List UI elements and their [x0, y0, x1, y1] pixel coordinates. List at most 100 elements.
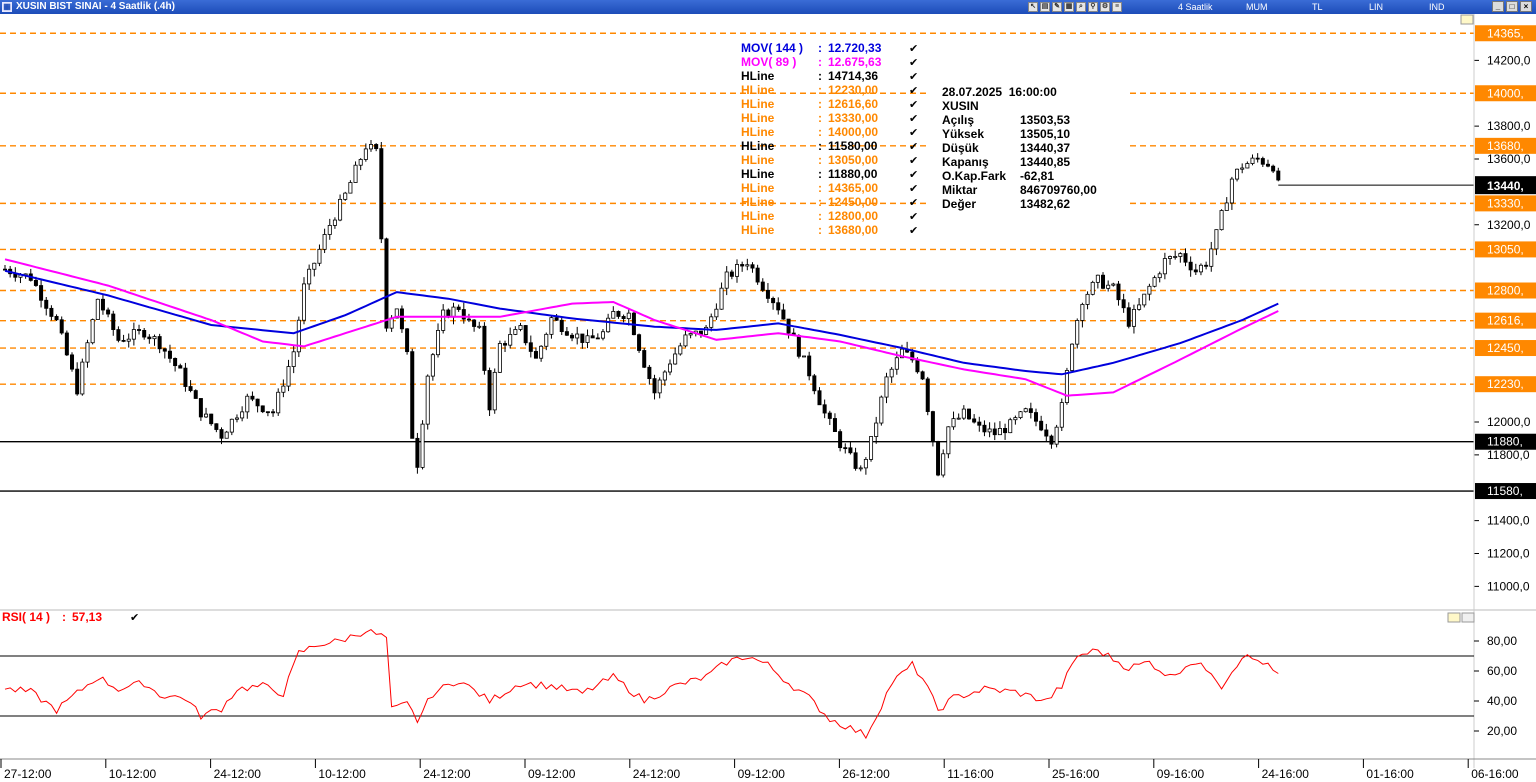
rsi-panel-button-2[interactable]: [1461, 612, 1475, 623]
legend-check-icon[interactable]: ✔: [909, 197, 918, 209]
candle: [647, 364, 652, 385]
candle: [224, 430, 229, 439]
candle: [765, 283, 770, 304]
candle-body: [250, 395, 255, 400]
candle-body: [90, 319, 95, 344]
price-tag-label-10: 11580,: [1487, 484, 1523, 498]
candle-body: [415, 437, 420, 468]
candle-body: [544, 333, 549, 347]
candle-body: [1054, 426, 1059, 445]
candle-body: [920, 371, 925, 380]
tool-grid-icon[interactable]: ▦: [1064, 2, 1074, 12]
candle-body: [106, 309, 111, 315]
candle-body: [961, 408, 966, 419]
legend-check-icon[interactable]: ✔: [909, 183, 918, 195]
legend-row-0: MOV( 144 ):12.720,33 ✔: [741, 41, 918, 55]
candle-body: [374, 144, 379, 150]
minimize-icon[interactable]: _: [1492, 1, 1504, 12]
candle-body: [1018, 411, 1023, 419]
legend-check-icon[interactable]: ✔: [909, 113, 918, 125]
rsi-check-icon[interactable]: ✔: [130, 612, 139, 624]
tool-settings-icon[interactable]: ⚙: [1100, 2, 1110, 12]
currency-selector[interactable]: TL: [1312, 0, 1323, 14]
candle: [147, 334, 152, 344]
candle: [436, 323, 441, 358]
tool-draw-icon[interactable]: ✎: [1052, 2, 1062, 12]
candle-body: [1193, 269, 1198, 273]
candle-body: [1152, 277, 1157, 287]
candle-body: [508, 334, 513, 346]
candle-body: [348, 182, 353, 194]
rsi-panel-button-1[interactable]: [1447, 612, 1461, 623]
candle-body: [497, 343, 502, 373]
candle: [863, 457, 868, 475]
legend-check-icon[interactable]: ✔: [909, 155, 918, 167]
candle: [3, 264, 8, 271]
price-panel-button[interactable]: [1460, 14, 1474, 25]
candle-body: [1085, 293, 1090, 305]
period-selector[interactable]: 4 Saatlik: [1178, 0, 1213, 14]
legend-check-icon[interactable]: ✔: [909, 71, 918, 83]
candle-body: [745, 264, 750, 267]
tool-more-icon[interactable]: ≡: [1112, 2, 1122, 12]
candle: [59, 316, 64, 335]
candle-body: [796, 335, 801, 357]
candle: [1070, 343, 1075, 372]
legend-separator: :: [818, 167, 822, 181]
legend-value: 12230,00: [828, 83, 878, 97]
maximize-icon[interactable]: □: [1506, 1, 1518, 12]
legend-check-icon[interactable]: ✔: [909, 169, 918, 181]
candle: [920, 370, 925, 381]
candle-body: [729, 271, 734, 277]
tool-chart-icon[interactable]: ▤: [1040, 2, 1050, 12]
style-selector[interactable]: MUM: [1246, 0, 1268, 14]
legend-check-icon[interactable]: ✔: [909, 57, 918, 69]
last-price-tag-label: 13440,: [1487, 179, 1524, 193]
close-icon[interactable]: ×: [1520, 1, 1532, 12]
legend-check-icon[interactable]: ✔: [909, 99, 918, 111]
scale-selector[interactable]: LIN: [1369, 0, 1383, 14]
candle-body: [1095, 274, 1100, 283]
legend-row-10: HLine:14365,00 ✔: [741, 181, 918, 195]
candle-body: [1240, 167, 1245, 170]
mode-selector[interactable]: IND: [1429, 0, 1445, 14]
rsi-tick-label-3: 80,00: [1487, 634, 1517, 648]
tool-link-icon[interactable]: ⚲: [1088, 2, 1098, 12]
candle-body: [616, 311, 621, 317]
candle-body: [147, 336, 152, 340]
legend-check-icon[interactable]: ✔: [909, 43, 918, 55]
legend-check-icon[interactable]: ✔: [909, 141, 918, 153]
candle: [735, 259, 740, 283]
legend-check-icon[interactable]: ✔: [909, 85, 918, 97]
time-tick-label-8: 26-12:00: [842, 767, 890, 781]
candle-body: [436, 330, 441, 356]
price-tick-label-7: 13800,0: [1487, 119, 1531, 133]
candle: [399, 305, 404, 333]
candle-body: [533, 351, 538, 359]
candle-body: [564, 331, 569, 336]
candle: [348, 180, 353, 194]
candle: [260, 405, 265, 414]
candle-body: [874, 422, 879, 437]
candle-body: [1219, 210, 1224, 231]
legend-check-icon[interactable]: ✔: [909, 211, 918, 223]
tool-zoom-icon[interactable]: ⌕: [1076, 2, 1086, 12]
candle-body: [173, 357, 178, 367]
price-chart[interactable]: 14365, 14000, 13680, 13330, 13050, 12800, 1261…: [0, 14, 1536, 782]
candle: [575, 326, 580, 345]
tool-cursor-icon[interactable]: ↖: [1028, 2, 1038, 12]
window-menu-icon[interactable]: ▦: [2, 2, 12, 12]
legend-check-icon[interactable]: ✔: [909, 225, 918, 237]
candle-body: [33, 279, 38, 286]
candle-body: [858, 467, 863, 470]
candle-body: [951, 418, 956, 428]
legend-value: 11880,00: [828, 167, 878, 181]
candle: [80, 358, 85, 396]
info-label-4: O.Kap.Fark: [942, 169, 1006, 183]
time-tick-label-12: 24-16:00: [1262, 767, 1310, 781]
candle-body: [683, 334, 688, 347]
legend-check-icon[interactable]: ✔: [909, 127, 918, 139]
candle: [379, 142, 384, 244]
candle-body: [44, 299, 49, 309]
candle: [142, 327, 147, 340]
